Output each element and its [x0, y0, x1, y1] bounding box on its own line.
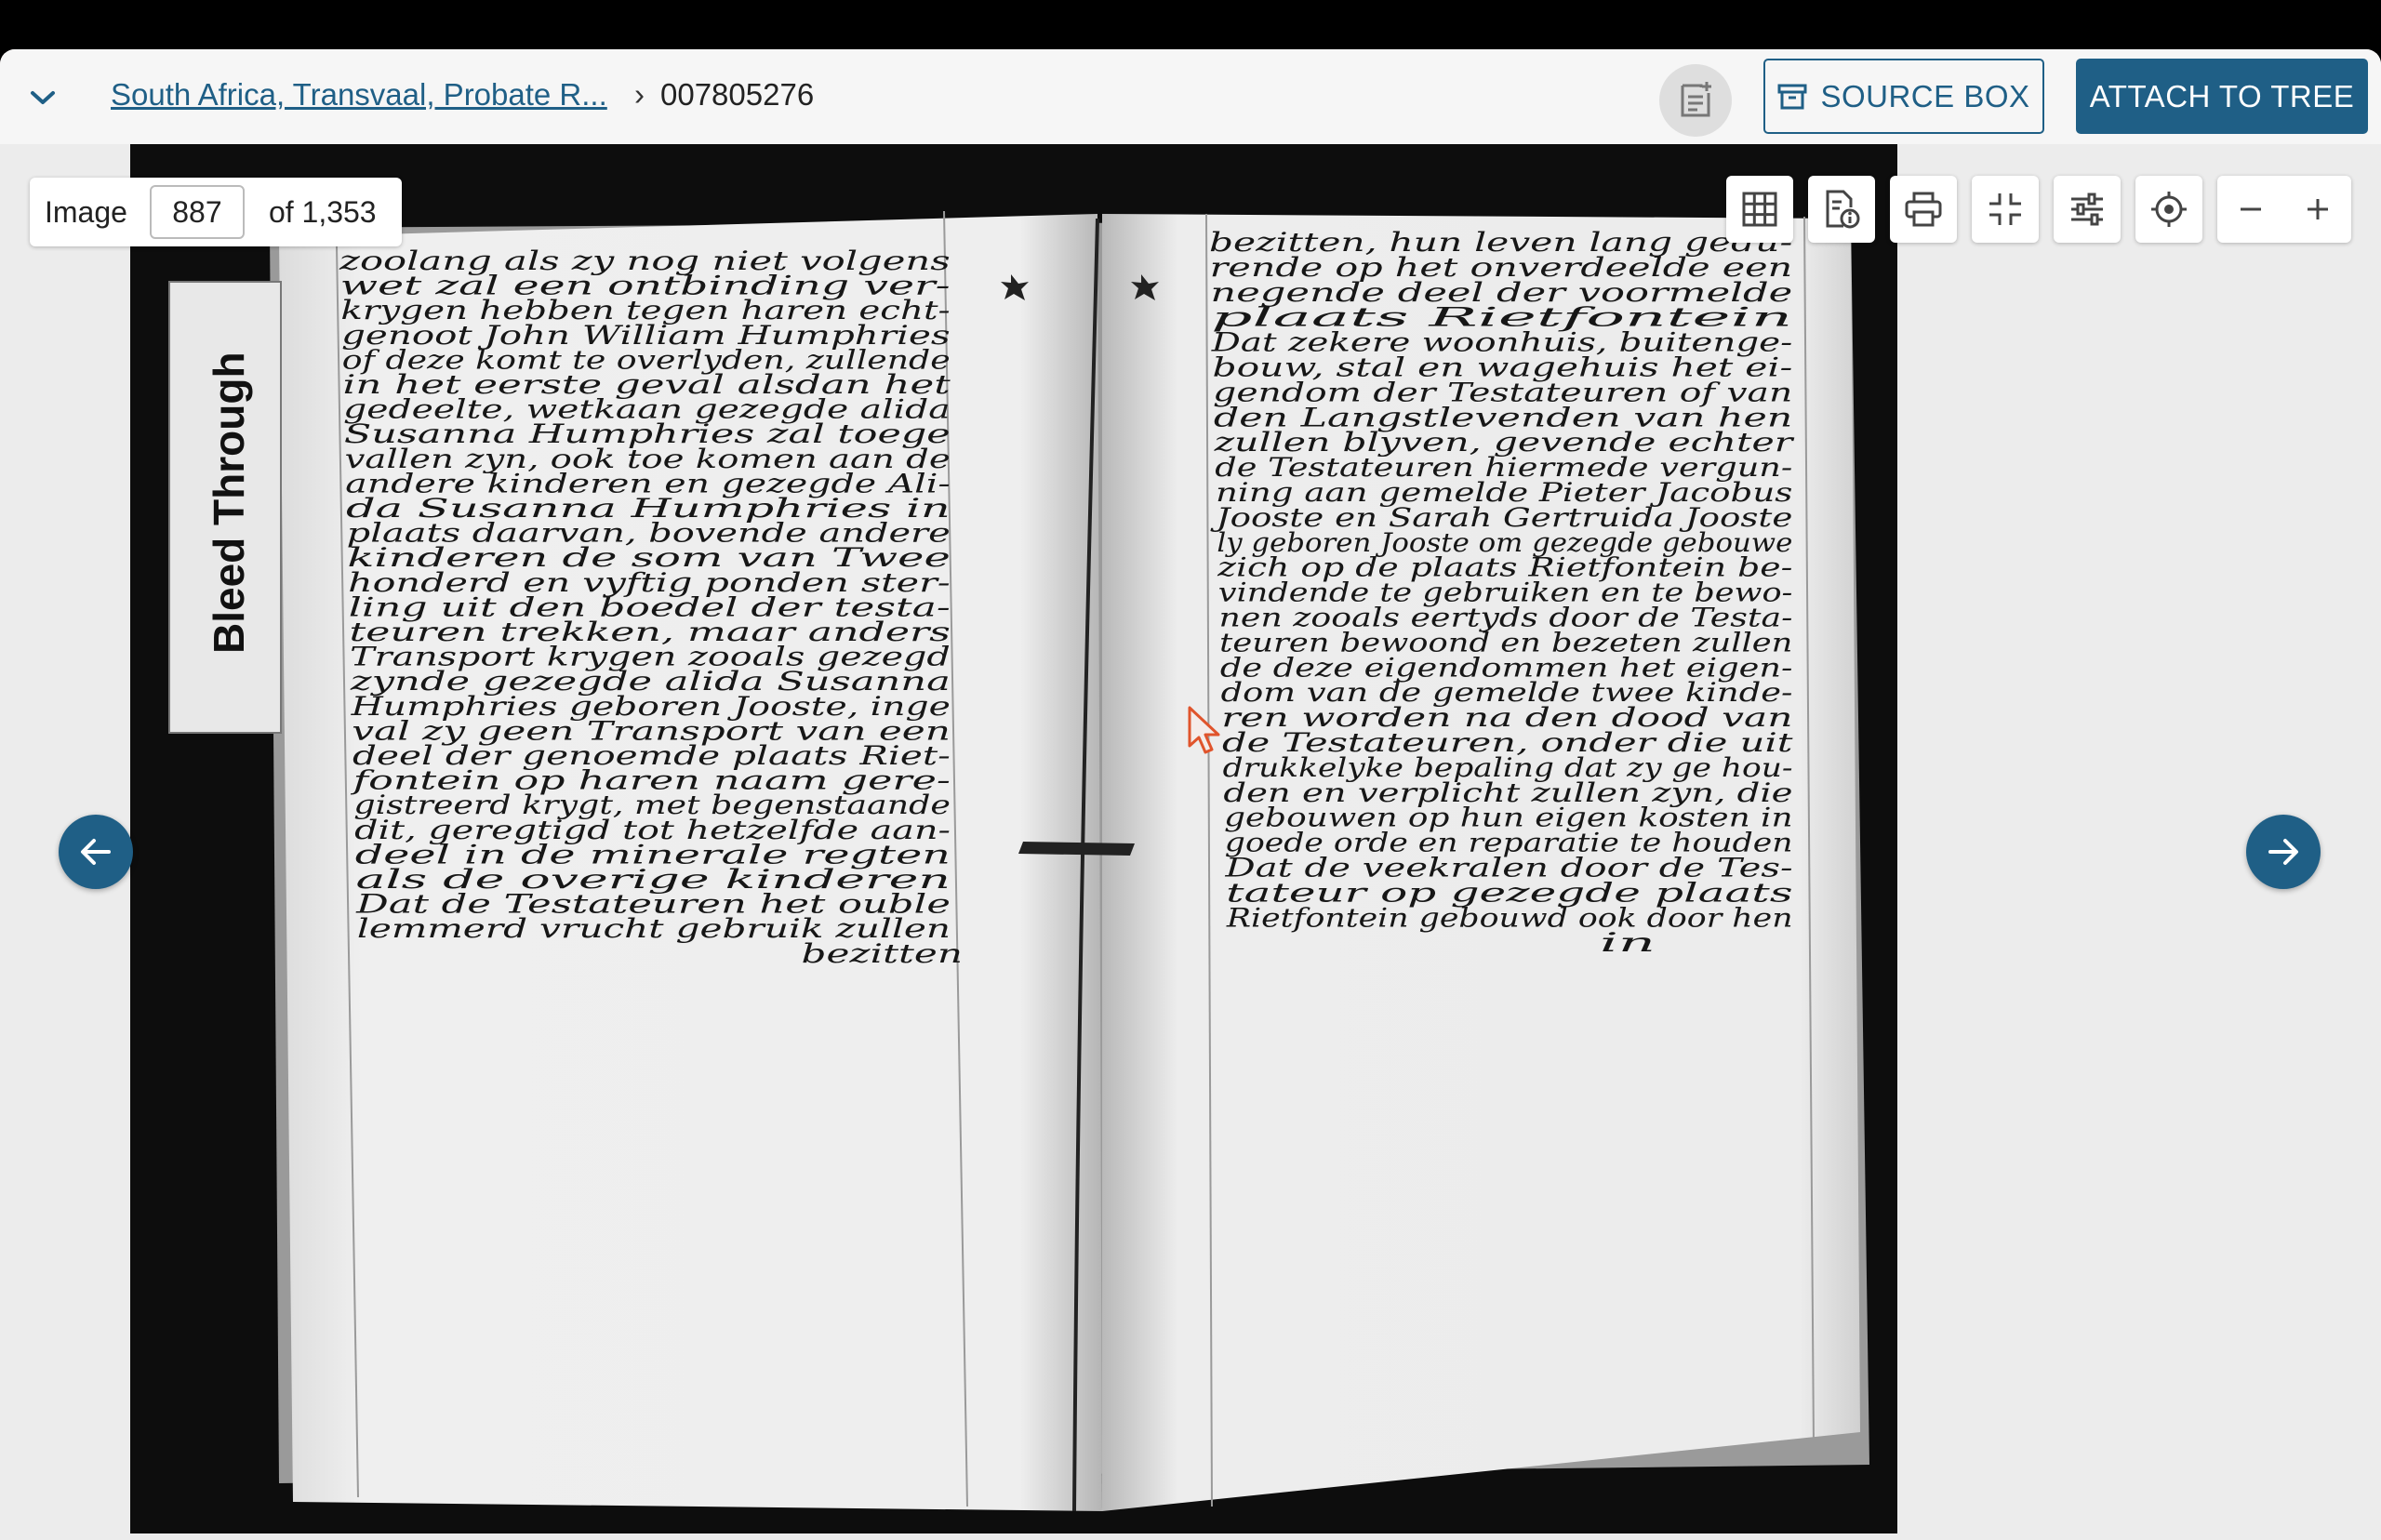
breadcrumb-separator: › — [634, 77, 645, 112]
notes-button[interactable] — [1659, 64, 1732, 137]
left-page-text: zoolang als zy nog niet volgenswet zal e… — [339, 246, 963, 969]
notes-icon — [1681, 82, 1711, 117]
image-adjust-button[interactable] — [2054, 176, 2121, 243]
minus-icon — [2241, 207, 2261, 211]
right_page-line: in — [1600, 927, 1656, 958]
next-image-button[interactable] — [2246, 815, 2321, 889]
arrow-left-icon — [81, 839, 111, 865]
right_page-line: Rietfontein gebouwd ook door hen — [1226, 902, 1793, 933]
document-info-icon — [1826, 190, 1860, 229]
crosshair-icon — [2151, 192, 2187, 227]
breadcrumb-film-number: 007805276 — [660, 77, 815, 112]
print-icon — [1905, 192, 1942, 227]
bleed-through-label: Bleed Through — [205, 352, 253, 654]
source-box-button[interactable]: SOURCE BOX — [1763, 59, 2044, 134]
mouse-cursor-icon — [1188, 706, 1220, 754]
record-viewer-frame: South Africa, Transvaal, Probate R... › … — [0, 49, 2381, 1540]
arrow-right-icon — [2268, 839, 2298, 865]
viewer-header: South Africa, Transvaal, Probate R... › … — [0, 49, 2381, 144]
chevron-down-icon — [31, 91, 55, 104]
zoom-out-button[interactable] — [2217, 176, 2284, 243]
zoom-in-button[interactable] — [2284, 176, 2351, 243]
plus-icon — [2308, 199, 2328, 219]
zoom-controls — [2217, 176, 2351, 243]
grid-view-button[interactable] — [1726, 176, 1793, 243]
source-box-label: SOURCE BOX — [1820, 78, 2030, 113]
exit-fullscreen-icon — [1989, 193, 2021, 225]
image-info-button[interactable] — [1808, 176, 1875, 243]
image-page-counter: Image of 1,353 — [30, 178, 402, 246]
image-viewer: Bleed Through zoolang als zy nog niet vo… — [0, 144, 2381, 1540]
right-page-text: bezitten, hun leven lang gedu-rende op h… — [1209, 227, 1795, 958]
total-images-label: of 1,353 — [268, 194, 377, 229]
recenter-button[interactable] — [2135, 176, 2202, 243]
image-label: Image — [45, 194, 127, 229]
sliders-icon — [2071, 192, 2103, 226]
archive-box-icon — [1777, 84, 1807, 109]
window-top-bar — [0, 0, 2381, 49]
print-button[interactable] — [1890, 176, 1957, 243]
left_page-line: bezitten — [802, 938, 963, 969]
exit-fullscreen-button[interactable] — [1972, 176, 2039, 243]
page-number-input[interactable] — [149, 185, 245, 239]
breadcrumb-collection-link[interactable]: South Africa, Transvaal, Probate R... — [111, 77, 607, 113]
grid-icon — [1742, 192, 1777, 227]
attach-to-tree-button[interactable]: ATTACH TO TREE — [2076, 59, 2368, 134]
previous-image-button[interactable] — [59, 815, 133, 889]
collapse-button[interactable] — [20, 75, 65, 120]
document-image[interactable]: Bleed Through zoolang als zy nog niet vo… — [130, 144, 1897, 1533]
